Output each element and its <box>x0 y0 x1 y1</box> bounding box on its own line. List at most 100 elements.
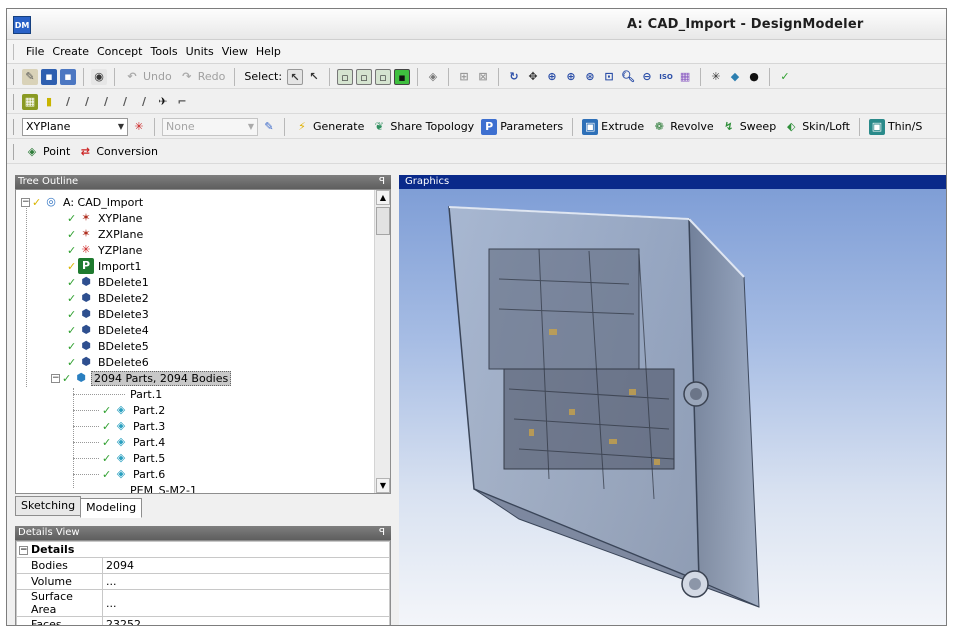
rotate-icon[interactable]: ↻ <box>506 69 522 85</box>
menu-create[interactable]: Create <box>48 45 93 58</box>
line-tool-icon[interactable]: ∕ <box>60 94 76 110</box>
line-tool-4-icon[interactable]: ∕ <box>117 94 133 110</box>
menu-file[interactable]: File <box>22 45 48 58</box>
triad-icon[interactable]: ✳ <box>708 69 724 85</box>
sweep-button[interactable]: ↯ Sweep <box>719 117 779 137</box>
select-points-icon[interactable]: ▫ <box>337 68 354 85</box>
tab-sketching[interactable]: Sketching <box>15 496 82 516</box>
menu-concept[interactable]: Concept <box>93 45 147 58</box>
menu-units[interactable]: Units <box>182 45 218 58</box>
pin-tool-icon[interactable]: ✈ <box>155 94 171 110</box>
select-type-icon[interactable]: ↖ <box>306 69 322 85</box>
tree-item-part-4[interactable]: ✓ ◈ Part.4 <box>102 434 167 450</box>
save-icon[interactable]: ▪ <box>41 68 57 85</box>
filter-box-icon[interactable]: ▦ <box>22 93 38 110</box>
share-topology-button[interactable]: ❦ Share Topology <box>369 117 476 137</box>
pin-icon[interactable]: ꟼ <box>379 175 385 189</box>
tree-item-part-1[interactable]: Part.1 <box>128 386 164 402</box>
tree-item-part-5[interactable]: ✓ ◈ Part.5 <box>102 450 167 466</box>
toolbar-grip[interactable] <box>13 93 16 110</box>
tree-item-xyplane[interactable]: ✓ ✶ XYPlane <box>67 210 144 226</box>
zoom-fit-icon[interactable]: ⊛ <box>582 69 598 85</box>
collapse-icon[interactable]: − <box>19 545 28 555</box>
sketch-select[interactable]: None ▼ <box>162 117 258 136</box>
menu-help[interactable]: Help <box>252 45 285 58</box>
conversion-button[interactable]: ⇄ Conversion <box>75 142 160 162</box>
tree-item-pem[interactable]: PEM_S-M2-1 <box>128 484 199 493</box>
model-display-icon[interactable]: ◆ <box>727 69 743 85</box>
revolve-button[interactable]: ❁ Revolve <box>649 117 716 137</box>
select-mode-icon[interactable]: ↖ <box>287 68 304 85</box>
point-display-icon[interactable]: ● <box>746 69 762 85</box>
tab-modeling[interactable]: Modeling <box>80 498 143 518</box>
new-plane-icon[interactable]: ✳ <box>131 119 147 135</box>
tree-item-bdelete3[interactable]: ✓ ⬢ BDelete3 <box>67 306 151 322</box>
shrink-icon[interactable]: ⊠ <box>475 69 491 85</box>
zoom-box-icon[interactable]: ⊕ <box>563 69 579 85</box>
filter-bars-icon[interactable]: ▮ <box>41 94 57 110</box>
plane-select[interactable]: XYPlane ▼ <box>22 117 128 136</box>
menu-tools[interactable]: Tools <box>146 45 181 58</box>
pin-icon[interactable]: ꟼ <box>379 526 385 540</box>
thin-surface-button[interactable]: ▣ Thin/S <box>867 117 924 137</box>
skin-loft-button[interactable]: ⬖ Skin/Loft <box>781 117 852 137</box>
new-icon[interactable]: ✎ <box>22 68 38 85</box>
line-tool-2-icon[interactable]: ∕ <box>79 94 95 110</box>
tree-item-zxplane[interactable]: ✓ ✶ ZXPlane <box>67 226 145 242</box>
save-as-icon[interactable]: ▪ <box>60 68 76 85</box>
toolbar-grip[interactable] <box>13 68 16 85</box>
measure-icon[interactable]: ✓ <box>777 69 793 85</box>
select-bodies-icon[interactable]: ▪ <box>394 68 411 85</box>
iso-view-icon[interactable]: ISO <box>658 69 674 85</box>
parameters-button[interactable]: P Parameters <box>479 117 565 137</box>
line-tool-5-icon[interactable]: ∕ <box>136 94 152 110</box>
redo-button[interactable]: ↷ Redo <box>177 67 228 87</box>
extrude-button[interactable]: ▣ Extrude <box>580 117 646 137</box>
zoom-icon[interactable]: ⊕ <box>544 69 560 85</box>
tree-item-bdelete5[interactable]: ✓ ⬢ BDelete5 <box>67 338 151 354</box>
scroll-up-icon[interactable]: ▲ <box>376 190 390 205</box>
tree-root[interactable]: − ✓ ◎ A: CAD_Import <box>21 194 145 210</box>
display-icon[interactable]: ▦ <box>677 69 693 85</box>
tree-scrollbar[interactable]: ▲ ▼ <box>374 190 390 493</box>
toolbar-grip[interactable] <box>13 118 16 135</box>
cad-model-render[interactable] <box>399 189 947 626</box>
generate-button[interactable]: ⚡ Generate <box>292 117 366 137</box>
pan-icon[interactable]: ✥ <box>525 69 541 85</box>
details-row[interactable]: Surface Area ... <box>16 589 390 617</box>
scroll-down-icon[interactable]: ▼ <box>376 478 390 493</box>
graphics-viewport[interactable] <box>399 189 947 626</box>
details-group-row[interactable]: − Details <box>16 541 390 558</box>
select-edges-icon[interactable]: ▫ <box>356 68 373 85</box>
extend-selection-icon[interactable]: ◈ <box>425 69 441 85</box>
tree-item-part-6[interactable]: ✓ ◈ Part.6 <box>102 466 167 482</box>
tree-item-yzplane[interactable]: ✓ ✳ YZPlane <box>67 242 144 258</box>
tree-item-parts-group[interactable]: − ✓ ⬢ 2094 Parts, 2094 Bodies <box>51 370 232 386</box>
tree-item-bdelete6[interactable]: ✓ ⬢ BDelete6 <box>67 354 151 370</box>
tree-item-part-3[interactable]: ✓ ◈ Part.3 <box>102 418 167 434</box>
zoom-window-icon[interactable]: ⊡ <box>601 69 617 85</box>
collapse-icon[interactable]: − <box>51 373 60 383</box>
camera-icon[interactable]: ◉ <box>91 68 107 85</box>
tree-item-import1[interactable]: ✓ P Import1 <box>67 258 144 274</box>
flag-icon[interactable]: ⌐ <box>174 94 190 110</box>
toolbar-grip[interactable] <box>13 143 16 160</box>
point-button[interactable]: ◈ Point <box>22 142 72 162</box>
new-sketch-icon[interactable]: ✎ <box>261 119 277 135</box>
toolbar-grip[interactable] <box>13 43 16 60</box>
magnifier-icon[interactable]: 🔍︎ <box>620 69 636 85</box>
details-row[interactable]: Volume ... <box>16 573 390 590</box>
menu-view[interactable]: View <box>218 45 252 58</box>
tree-item-part-2[interactable]: ✓ ◈ Part.2 <box>102 402 167 418</box>
tree-item-bdelete2[interactable]: ✓ ⬢ BDelete2 <box>67 290 151 306</box>
select-faces-icon[interactable]: ▫ <box>375 68 392 85</box>
tree-item-bdelete4[interactable]: ✓ ⬢ BDelete4 <box>67 322 151 338</box>
line-tool-3-icon[interactable]: ∕ <box>98 94 114 110</box>
undo-button[interactable]: ↶ Undo <box>122 67 174 87</box>
scroll-thumb[interactable] <box>376 207 390 235</box>
tree-item-bdelete1[interactable]: ✓ ⬢ BDelete1 <box>67 274 151 290</box>
details-row[interactable]: Bodies 2094 <box>16 557 390 574</box>
expand-icon[interactable]: ⊞ <box>456 69 472 85</box>
magnifier-minus-icon[interactable]: ⊖ <box>639 69 655 85</box>
collapse-icon[interactable]: − <box>21 197 30 207</box>
